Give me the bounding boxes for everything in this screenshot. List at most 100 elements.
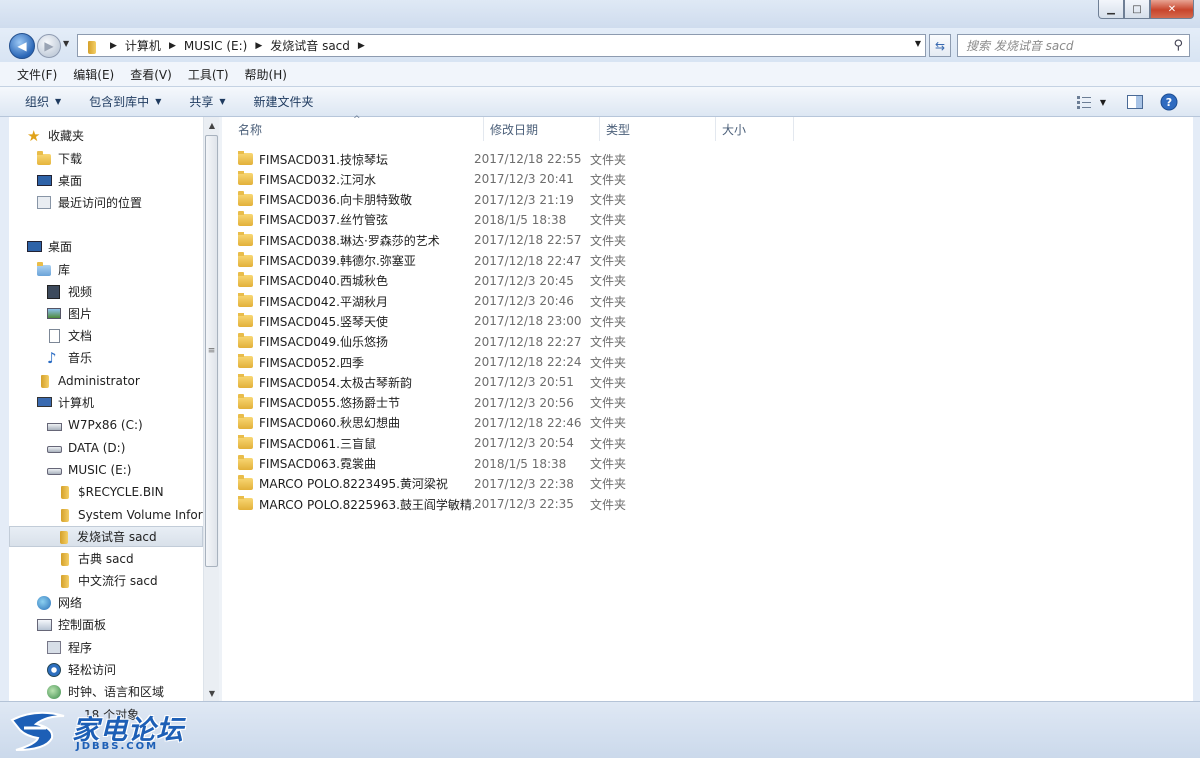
chevron-right-icon[interactable]: ▶ bbox=[255, 41, 262, 51]
chevron-right-icon[interactable]: ▶ bbox=[169, 41, 176, 51]
nav-downloads[interactable]: 下载 bbox=[37, 148, 82, 169]
file-name-cell[interactable]: FIMSACD036.向卡朋特致敬 bbox=[238, 191, 474, 208]
table-row[interactable]: FIMSACD032.江河水 2017/12/3 20:41 文件夹 bbox=[238, 169, 626, 189]
nav-pictures[interactable]: 图片 bbox=[47, 303, 92, 324]
table-row[interactable]: FIMSACD061.三盲鼠 2017/12/3 20:54 文件夹 bbox=[238, 433, 626, 453]
column-header-modified[interactable]: 修改日期 bbox=[484, 117, 600, 141]
nav-gudian-sacd[interactable]: 古典 sacd bbox=[57, 548, 134, 569]
scroll-thumb[interactable]: ≡ bbox=[205, 135, 218, 567]
nav-clock-language-region[interactable]: 时钟、语言和区域 bbox=[47, 681, 164, 701]
file-name-cell[interactable]: FIMSACD054.太极古琴新韵 bbox=[238, 373, 474, 391]
search-input[interactable]: 搜索 发烧试音 sacd ⚲ bbox=[957, 34, 1190, 57]
table-row[interactable]: FIMSACD042.平湖秋月 2017/12/3 20:46 文件夹 bbox=[238, 291, 626, 311]
nav-computer[interactable]: 计算机 bbox=[37, 392, 94, 413]
file-name-cell[interactable]: FIMSACD045.竖琴天使 bbox=[238, 312, 474, 330]
nav-control-panel[interactable]: 控制面板 bbox=[37, 614, 106, 635]
nav-administrator[interactable]: Administrator bbox=[37, 370, 140, 391]
close-button[interactable]: ✕ bbox=[1150, 0, 1194, 19]
file-name-cell[interactable]: FIMSACD061.三盲鼠 bbox=[238, 434, 474, 452]
share-button[interactable]: 共享 ▼ bbox=[189, 93, 225, 110]
table-row[interactable]: FIMSACD040.西城秋色 2017/12/3 20:45 文件夹 bbox=[238, 271, 626, 291]
file-name-cell[interactable]: FIMSACD031.技惊琴坛 bbox=[238, 150, 474, 168]
table-row[interactable]: FIMSACD036.向卡朋特致敬 2017/12/3 21:19 文件夹 bbox=[238, 190, 626, 210]
menu-tools[interactable]: 工具(T) bbox=[188, 66, 229, 83]
nav-drive-c[interactable]: W7Px86 (C:) bbox=[47, 414, 143, 435]
table-row[interactable]: FIMSACD049.仙乐悠扬 2017/12/18 22:27 文件夹 bbox=[238, 332, 626, 352]
nav-documents[interactable]: 文档 bbox=[47, 325, 92, 346]
menu-edit[interactable]: 编辑(E) bbox=[73, 66, 114, 83]
column-header-size[interactable]: 大小 bbox=[716, 117, 794, 141]
new-folder-button[interactable]: 新建文件夹 bbox=[254, 93, 314, 110]
nav-ease-of-access[interactable]: 轻松访问 bbox=[47, 659, 116, 680]
table-row[interactable]: MARCO POLO.8223495.黄河梁祝 2017/12/3 22:38 文件… bbox=[238, 474, 626, 494]
table-row[interactable]: FIMSACD060.秋思幻想曲 2017/12/18 22:46 文件夹 bbox=[238, 413, 626, 433]
table-row[interactable]: FIMSACD045.竖琴天使 2017/12/18 23:00 文件夹 bbox=[238, 311, 626, 331]
file-name-cell[interactable]: FIMSACD052.四季 bbox=[238, 353, 474, 371]
menu-help[interactable]: 帮助(H) bbox=[245, 66, 287, 83]
nav-recent-places[interactable]: 最近访问的位置 bbox=[37, 192, 142, 213]
nav-drive-e[interactable]: MUSIC (E:) bbox=[47, 459, 131, 480]
nav-network[interactable]: 网络 bbox=[37, 592, 82, 613]
nav-programs[interactable]: 程序 bbox=[47, 637, 92, 658]
file-name-cell[interactable]: FIMSACD040.西城秋色 bbox=[238, 272, 474, 289]
nav-system-volume-folder[interactable]: System Volume Information bbox=[57, 504, 203, 525]
table-row[interactable]: FIMSACD038.琳达·罗森莎的艺术 2017/12/18 22:57 文件夹 bbox=[238, 230, 626, 250]
table-row[interactable]: FIMSACD031.技惊琴坛 2017/12/18 22:55 文件夹 bbox=[238, 149, 626, 169]
chevron-right-icon[interactable]: ▶ bbox=[358, 41, 365, 51]
nav-zhongwen-sacd[interactable]: 中文流行 sacd bbox=[57, 570, 158, 591]
refresh-button[interactable]: ⇆ bbox=[929, 34, 951, 57]
nav-desktop[interactable]: 桌面 bbox=[27, 236, 72, 257]
recent-pages-dropdown[interactable]: ▼ bbox=[63, 39, 69, 48]
table-row[interactable]: FIMSACD054.太极古琴新韵 2017/12/3 20:51 文件夹 bbox=[238, 372, 626, 392]
forward-button[interactable]: ▶ bbox=[37, 34, 61, 58]
table-row[interactable]: FIMSACD055.悠扬爵士节 2017/12/3 20:56 文件夹 bbox=[238, 393, 626, 413]
back-button[interactable]: ◀ bbox=[9, 33, 35, 59]
table-row[interactable]: FIMSACD063.霓裳曲 2018/1/5 18:38 文件夹 bbox=[238, 454, 626, 474]
address-bar[interactable]: ▶ 计算机 ▶ MUSIC (E:) ▶ 发烧试音 sacd ▶ ▼ bbox=[77, 34, 926, 57]
minimize-button[interactable]: ▁ bbox=[1098, 0, 1124, 19]
nav-fashao-sacd[interactable]: 发烧试音 sacd bbox=[9, 526, 203, 547]
nav-drive-d[interactable]: DATA (D:) bbox=[47, 437, 125, 458]
scroll-up-icon[interactable]: ▲ bbox=[204, 117, 220, 133]
breadcrumb-computer[interactable]: 计算机 bbox=[125, 37, 161, 54]
change-view-button[interactable]: ▼ bbox=[1072, 92, 1110, 112]
include-library-button[interactable]: 包含到库中 ▼ bbox=[89, 93, 161, 110]
table-row[interactable]: MARCO POLO.8225963.鼓王阎学敏精... 2017/12/3 22… bbox=[238, 494, 626, 514]
menu-file[interactable]: 文件(F) bbox=[17, 66, 57, 83]
file-name-cell[interactable]: FIMSACD038.琳达·罗森莎的艺术 bbox=[238, 231, 474, 249]
menu-view[interactable]: 查看(V) bbox=[130, 66, 172, 83]
nav-scrollbar[interactable]: ▲ ≡ ▼ bbox=[203, 117, 219, 701]
file-name-cell[interactable]: FIMSACD060.秋思幻想曲 bbox=[238, 414, 474, 431]
file-name-cell[interactable]: MARCO POLO.8225963.鼓王阎学敏精... bbox=[238, 495, 474, 513]
maximize-button[interactable]: □ bbox=[1124, 0, 1150, 19]
file-name-cell[interactable]: FIMSACD037.丝竹管弦 bbox=[238, 211, 474, 228]
breadcrumb-music-drive[interactable]: MUSIC (E:) bbox=[184, 39, 247, 53]
nav-videos[interactable]: 视频 bbox=[47, 281, 92, 302]
column-header-name[interactable]: 名称 ^ bbox=[222, 115, 484, 141]
column-header-type[interactable]: 类型 bbox=[600, 117, 716, 141]
table-row[interactable]: FIMSACD039.韩德尔.弥塞亚 2017/12/18 22:47 文件夹 bbox=[238, 251, 626, 271]
table-row[interactable]: FIMSACD037.丝竹管弦 2018/1/5 18:38 文件夹 bbox=[238, 210, 626, 230]
nav-library[interactable]: 库 bbox=[37, 259, 70, 280]
nav-favorites[interactable]: ★ 收藏夹 bbox=[27, 125, 84, 146]
organize-button[interactable]: 组织 ▼ bbox=[25, 93, 61, 110]
file-name-cell[interactable]: FIMSACD063.霓裳曲 bbox=[238, 455, 474, 472]
file-name-cell[interactable]: FIMSACD055.悠扬爵士节 bbox=[238, 394, 474, 411]
help-button[interactable]: ? bbox=[1159, 92, 1179, 112]
chevron-right-icon[interactable]: ▶ bbox=[110, 41, 117, 51]
breadcrumb-current-folder[interactable]: 发烧试音 sacd bbox=[270, 37, 350, 54]
scroll-down-icon[interactable]: ▼ bbox=[204, 685, 220, 701]
file-name-cell[interactable]: FIMSACD039.韩德尔.弥塞亚 bbox=[238, 252, 474, 269]
file-name-cell[interactable]: FIMSACD049.仙乐悠扬 bbox=[238, 333, 474, 350]
preview-pane-button[interactable] bbox=[1125, 92, 1145, 112]
table-row[interactable]: FIMSACD052.四季 2017/12/18 22:24 文件夹 bbox=[238, 352, 626, 372]
search-icon[interactable]: ⚲ bbox=[1173, 38, 1183, 53]
file-name-cell[interactable]: FIMSACD032.江河水 bbox=[238, 170, 474, 188]
address-dropdown-icon[interactable]: ▼ bbox=[915, 39, 921, 48]
file-name-cell[interactable]: MARCO POLO.8223495.黄河梁祝 bbox=[238, 475, 474, 492]
nav-recycle-bin-folder[interactable]: $RECYCLE.BIN bbox=[57, 481, 164, 502]
title-bar: ▁ □ ✕ bbox=[0, 0, 1200, 28]
nav-music[interactable]: ♪ 音乐 bbox=[47, 347, 92, 368]
file-name-cell[interactable]: FIMSACD042.平湖秋月 bbox=[238, 292, 474, 310]
nav-desktop-favorite[interactable]: 桌面 bbox=[37, 170, 82, 191]
